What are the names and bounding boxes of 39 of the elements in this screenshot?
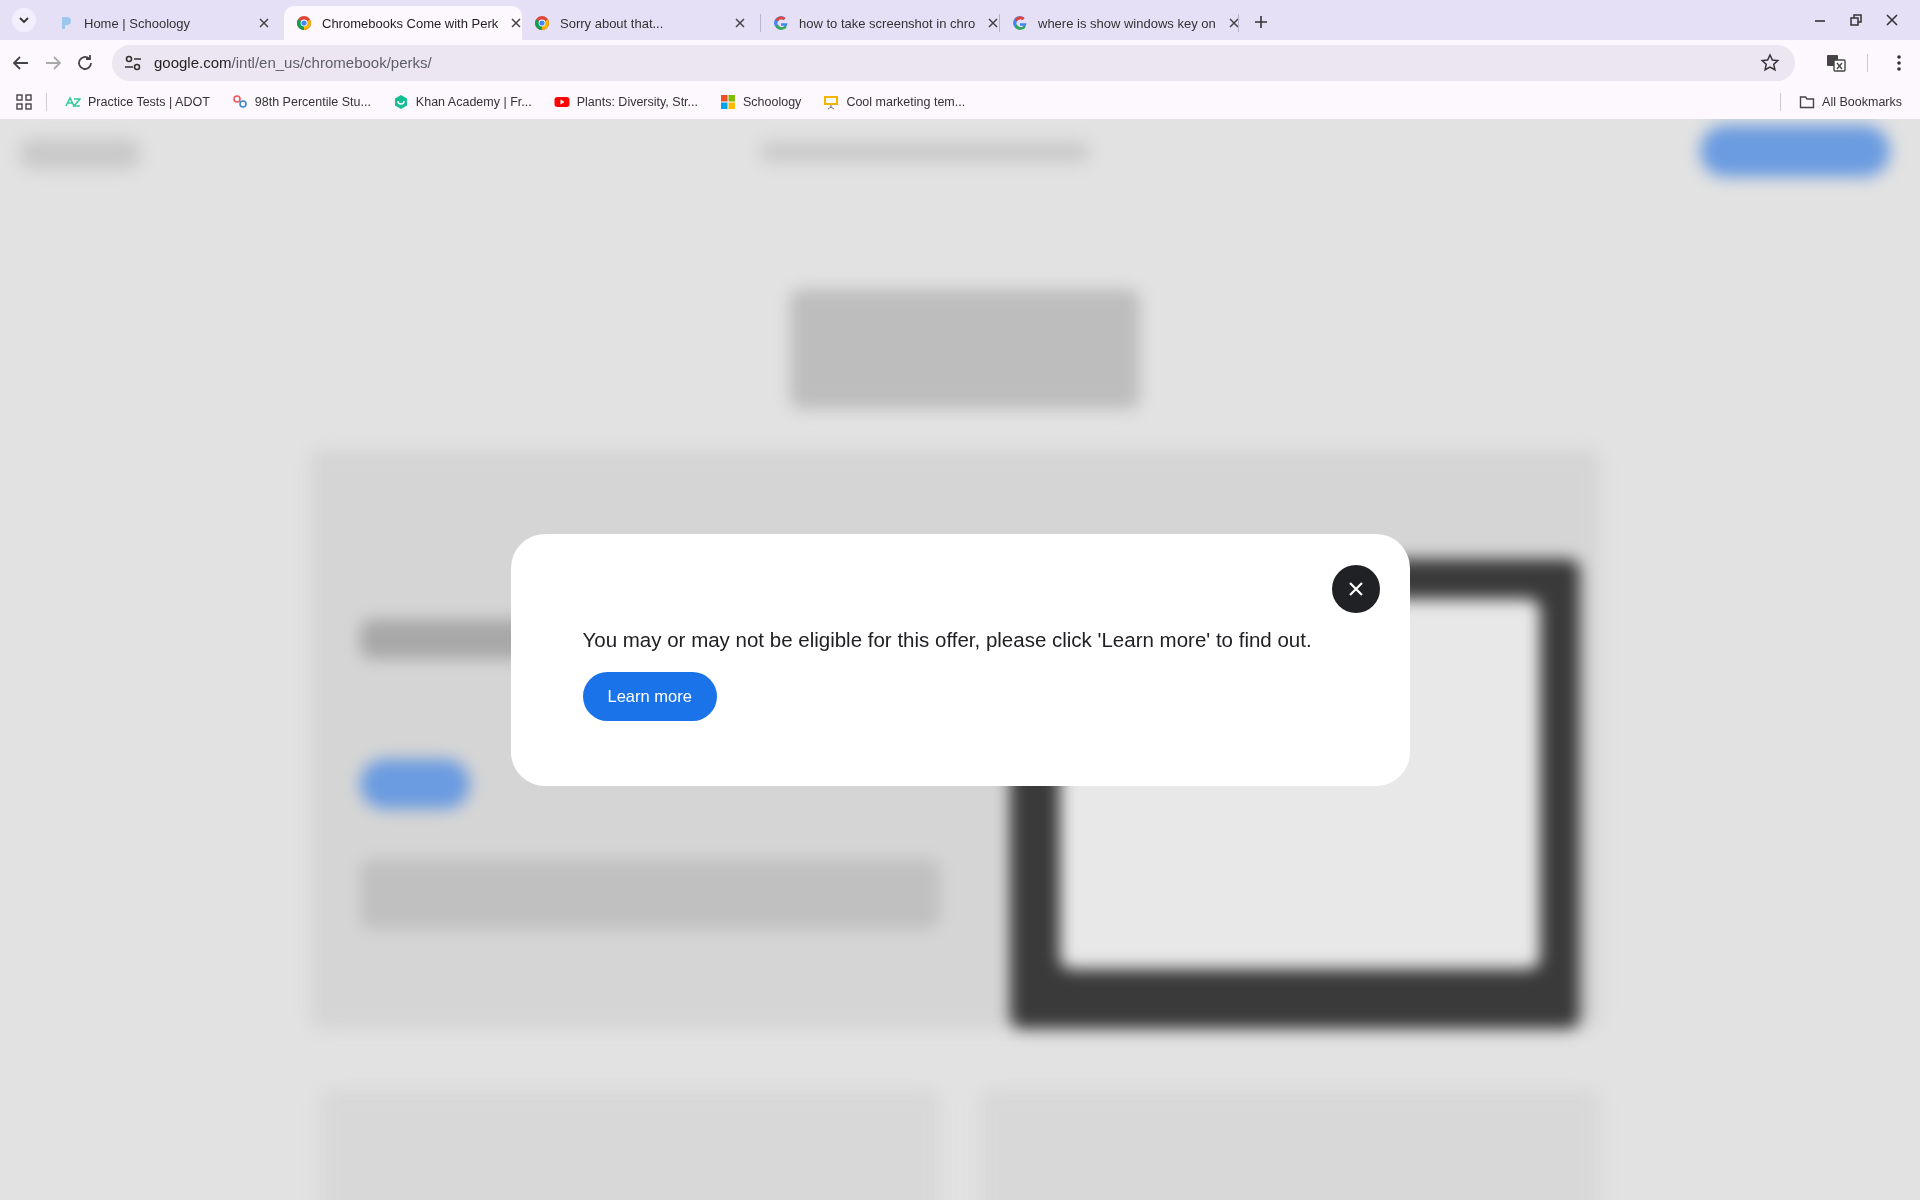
- eligibility-message: You may or may not be eligible for this offer, please click 'Learn more' to find out.: [582, 627, 1312, 652]
- hexagon-leaf-icon: [392, 94, 409, 110]
- tab-search-button[interactable]: [12, 8, 36, 32]
- browser-tab[interactable]: how to take screenshot in chro: [761, 6, 999, 40]
- browser-tab[interactable]: Home | Schoology: [46, 6, 284, 40]
- tab-title: Sorry about that...: [560, 15, 665, 31]
- learn-more-button[interactable]: Learn more: [582, 671, 717, 721]
- four-squares-icon: [720, 94, 736, 110]
- tab-title: how to take screenshot in chro: [799, 15, 976, 31]
- tab-title: Chromebooks Come with Perk: [322, 15, 499, 31]
- close-icon[interactable]: [1884, 12, 1900, 28]
- browser-tab[interactable]: Sorry about that...: [522, 6, 760, 40]
- google-g-icon: [773, 15, 789, 31]
- folder-icon: [1799, 94, 1816, 110]
- address-bar[interactable]: google.com/intl/en_us/chromebook/perks/: [112, 44, 1795, 81]
- bookmark-item[interactable]: Practice Tests | ADOT: [61, 94, 214, 110]
- tab-title: Home | Schoology: [84, 15, 191, 31]
- google-g-icon: [1012, 15, 1028, 31]
- plus-icon: [1254, 15, 1268, 29]
- chrome-icon: [296, 15, 312, 31]
- bookmark-item[interactable]: Khan Academy | Fr...: [388, 94, 536, 110]
- bookmark-item[interactable]: Cool marketing tem...: [819, 94, 970, 110]
- percentile-logo-icon: [231, 94, 248, 110]
- chrome-icon: [534, 15, 550, 31]
- url-text: google.com/intl/en_us/chromebook/perks/: [154, 54, 433, 71]
- az-logo-icon: [65, 94, 81, 110]
- presentation-icon: [823, 94, 840, 110]
- close-icon: [1346, 579, 1365, 598]
- all-bookmarks-button[interactable]: All Bookmarks: [1795, 94, 1906, 110]
- browser-tab[interactable]: Chromebooks Come with Perk: [284, 6, 522, 40]
- apps-grid-icon[interactable]: [16, 94, 32, 110]
- youtube-icon: [553, 94, 570, 110]
- tab-title: where is show windows key on: [1038, 15, 1216, 31]
- bookmark-item[interactable]: 98th Percentile Stu...: [227, 94, 375, 110]
- restore-icon[interactable]: [1848, 12, 1864, 28]
- star-icon[interactable]: [1759, 51, 1781, 74]
- bookmark-item[interactable]: Schoology: [716, 94, 806, 110]
- bookmark-item[interactable]: Plants: Diversity, Str...: [549, 94, 702, 110]
- caret-down-icon: [18, 14, 30, 26]
